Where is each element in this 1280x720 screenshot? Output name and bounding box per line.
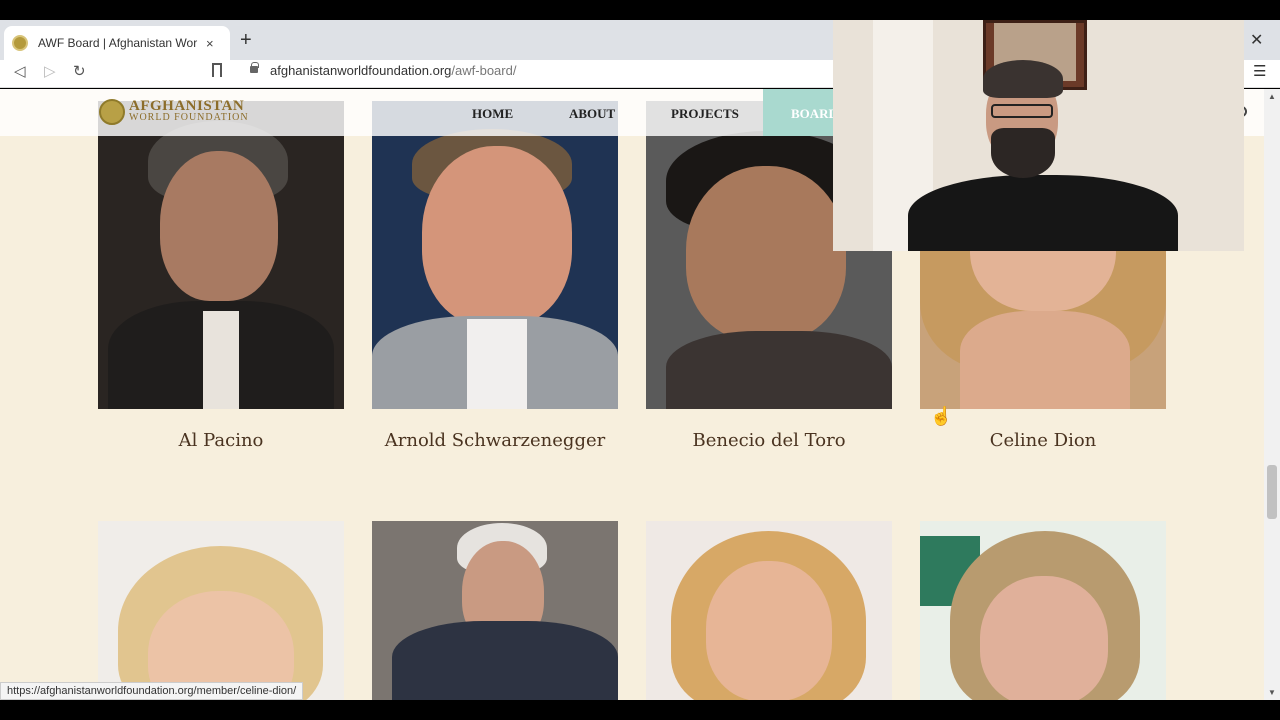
member-name[interactable]: Celine Dion [920, 428, 1166, 453]
screen-bottom-border [0, 700, 1280, 720]
member-name[interactable]: Benecio del Toro [646, 428, 892, 453]
url-path: /awf-board/ [451, 63, 517, 78]
hand-cursor-icon: ☝ [930, 406, 953, 426]
scroll-up-arrow-icon[interactable]: ▲ [1268, 92, 1276, 101]
member-photo[interactable] [98, 521, 344, 700]
tab-close-icon[interactable]: × [206, 36, 214, 51]
browser-tab[interactable]: AWF Board | Afghanistan World F × [4, 26, 230, 60]
forward-arrow-icon[interactable]: ▷ [44, 62, 56, 80]
nav-board-label: BOARD [791, 106, 838, 121]
nav-board[interactable]: BOARD [763, 89, 838, 136]
member-photo[interactable] [98, 101, 344, 409]
page-scrollbar[interactable] [1264, 89, 1280, 700]
site-favicon-icon [12, 35, 28, 51]
back-arrow-icon[interactable]: ◁ [14, 62, 26, 80]
webcam-overlay [833, 20, 1244, 251]
member-photo[interactable] [372, 521, 618, 700]
member-name[interactable]: Al Pacino [98, 428, 344, 453]
tab-title: AWF Board | Afghanistan World F [38, 36, 198, 50]
member-photo[interactable] [372, 101, 618, 409]
browser-menu-icon[interactable]: ☰ [1253, 62, 1266, 80]
screen-top-border [0, 0, 1280, 20]
nav-about[interactable]: ABOUT [569, 106, 615, 122]
bookmark-icon[interactable] [212, 63, 222, 77]
scrollbar-thumb[interactable] [1267, 465, 1277, 519]
url-domain: afghanistanworldfoundation.org [270, 63, 452, 78]
member-photo[interactable] [920, 521, 1166, 700]
member-photo[interactable] [646, 521, 892, 700]
status-bar-url: https://afghanistanworldfoundation.org/m… [0, 682, 304, 700]
lock-icon[interactable] [250, 62, 259, 73]
reload-icon[interactable]: ↻ [73, 62, 86, 80]
scroll-down-arrow-icon[interactable]: ▼ [1268, 688, 1276, 697]
member-name[interactable]: Arnold Schwarzenegger [372, 428, 618, 453]
logo-seal-icon [99, 99, 125, 125]
site-logo[interactable]: AFGHANISTAN WORLD FOUNDATION [99, 99, 249, 125]
address-bar[interactable]: afghanistanworldfoundation.org/awf-board… [270, 63, 516, 78]
logo-subtitle: WORLD FOUNDATION [129, 112, 249, 123]
new-tab-button[interactable]: + [240, 30, 252, 50]
logo-title: AFGHANISTAN [129, 98, 245, 114]
nav-projects[interactable]: PROJECTS [671, 106, 739, 122]
window-close-button[interactable]: ✕ [1250, 30, 1263, 50]
nav-home[interactable]: HOME [472, 106, 513, 122]
